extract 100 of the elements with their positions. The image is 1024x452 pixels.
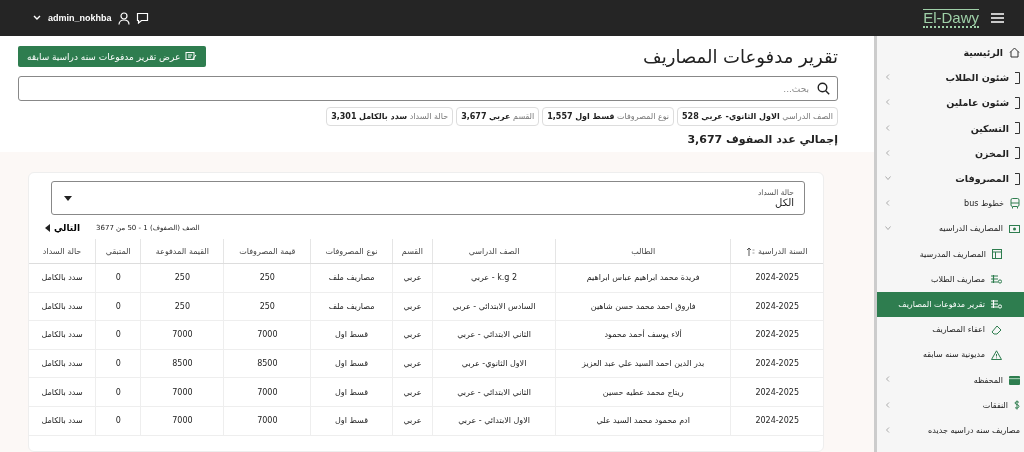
table-cell: 0 — [95, 406, 141, 436]
table-cell: 8500 — [223, 349, 311, 378]
sidebar-item[interactable]: النفقات — [877, 392, 1024, 418]
sidebar-item[interactable]: مديونية سنه سابقه — [877, 342, 1024, 368]
menu-icon[interactable] — [991, 13, 1004, 23]
previous-year-report-button[interactable]: عرض تقرير مدفوعات سنه دراسية سابقه — [18, 46, 207, 67]
table-cell: عربي — [392, 292, 433, 321]
table-cell: عربي — [392, 349, 433, 378]
table-cell: عربي — [392, 320, 433, 350]
table-cell: k.g 2 - عربي — [432, 263, 556, 293]
column-header[interactable]: قيمة المصروفات — [223, 239, 311, 264]
table-cell: قسط اول — [310, 320, 393, 350]
table-cell: فاروق احمد محمد حسن شاهين — [555, 292, 731, 321]
sidebar-item[interactable]: شئون عاملين — [877, 90, 1024, 116]
table-cell: 0 — [95, 349, 141, 378]
sort-icon[interactable] — [747, 246, 755, 256]
table-cell: قسط اول — [310, 349, 393, 378]
caret-left-icon — [45, 224, 50, 232]
chat-icon[interactable] — [135, 12, 149, 24]
table-cell: 250 — [223, 292, 311, 321]
sidebar-item[interactable]: شئون الطلاب — [877, 65, 1024, 91]
username[interactable]: admin_nokhba — [48, 13, 112, 23]
table-cell: السادس الابتدائي - عربي — [432, 292, 556, 321]
user-icon[interactable] — [117, 11, 130, 25]
table-cell: عربي — [392, 377, 433, 407]
grid-icon — [991, 274, 1002, 284]
table-cell: سدد بالكامل — [29, 406, 96, 436]
table-cell: الثاني الابتدائي - عربي — [432, 320, 556, 350]
table-cell: بدر الدين احمد السيد علي عبد العزيز — [555, 349, 731, 378]
search-field[interactable]: بحث... — [18, 76, 838, 101]
table-cell: قسط اول — [310, 377, 393, 407]
sidebar-item[interactable]: المصاريف الدراسيه — [877, 216, 1024, 242]
column-header[interactable]: الصف الدراسي — [432, 239, 556, 264]
sidebar-item[interactable]: مصاريف سنه دراسيه جديده — [877, 417, 1024, 443]
table-cell: 0 — [95, 263, 141, 293]
table-cell: مصاريف ملف — [310, 263, 393, 293]
table-cell: ادم محمود محمد السيد علي — [555, 406, 731, 436]
table-cell: 2024-2025 — [730, 349, 823, 378]
sidebar-item[interactable]: اعفاء المصاريف — [877, 317, 1024, 343]
search-icon — [817, 82, 830, 95]
column-header[interactable]: نوع المصروفات — [310, 239, 393, 264]
table-cell: عربي — [392, 406, 433, 436]
table-cell: ريتاج محمد عطيه حسين — [555, 377, 731, 407]
sidebar-item[interactable]: المصاريف المدرسية — [877, 241, 1024, 267]
sidebar-item[interactable]: المصروفات — [877, 165, 1024, 192]
table-cell: 2024-2025 — [730, 320, 823, 350]
sidebar-item[interactable]: خطوط bus — [877, 191, 1024, 217]
column-header[interactable]: الطالب — [555, 239, 731, 264]
table-cell: سدد بالكامل — [29, 349, 96, 378]
bracket-icon — [1015, 96, 1020, 109]
row-total: إجمالي عدد الصفوف 3,677 — [686, 133, 838, 146]
sidebar-item[interactable]: تقرير مدفوعات المصاريف — [877, 291, 1024, 318]
eraser-icon — [991, 324, 1002, 335]
sidebar-item[interactable]: المخزن — [877, 140, 1024, 166]
column-header[interactable]: السنة الدراسية — [730, 239, 823, 264]
column-header[interactable]: القيمة المدفوعة — [140, 239, 224, 264]
banknote-icon — [1009, 224, 1020, 233]
table-cell: 2024-2025 — [730, 263, 823, 293]
table-cell: مصاريف ملف — [310, 292, 393, 321]
dollar-icon — [1014, 400, 1020, 411]
wallet-icon — [1009, 375, 1020, 385]
table-cell: الاول الابتدائي - عربي — [432, 406, 556, 436]
logo[interactable]: El-Dawy — [923, 8, 979, 28]
table-cell: 0 — [95, 292, 141, 321]
table-cell: 7000 — [223, 320, 311, 350]
dropdown-caret-icon — [64, 195, 72, 201]
home-icon — [1009, 47, 1020, 59]
edit-icon — [185, 51, 198, 62]
table-cell: 8500 — [140, 349, 224, 378]
sidebar-item[interactable]: المحفظه — [877, 367, 1024, 393]
table-icon — [992, 249, 1002, 260]
table-cell: 0 — [95, 377, 141, 407]
table-cell: 7000 — [140, 377, 224, 407]
bracket-icon — [1015, 172, 1020, 185]
sidebar-item[interactable]: مصاريف الطلاب — [877, 266, 1024, 292]
table-cell: 7000 — [223, 377, 311, 407]
bracket-icon — [1015, 122, 1020, 135]
bus-icon — [1010, 198, 1020, 210]
table-cell: سدد بالكامل — [29, 377, 96, 407]
table-cell: الاول الثانوي- عربي — [432, 349, 556, 378]
column-header[interactable]: المتبقي — [95, 239, 141, 264]
warning-icon — [991, 349, 1002, 360]
bracket-icon — [1015, 71, 1020, 84]
sidebar-item[interactable]: الرئيسية — [877, 40, 1024, 66]
table-cell: 250 — [223, 263, 311, 293]
column-header[interactable]: القسم — [392, 239, 433, 264]
column-header[interactable]: حالة السداد — [29, 239, 96, 264]
table-cell: 7000 — [140, 320, 224, 350]
table-cell: 2024-2025 — [730, 377, 823, 407]
table-cell: 7000 — [140, 406, 224, 436]
table-cell: 2024-2025 — [730, 406, 823, 436]
page-title: تقرير مدفوعات المصاريف — [643, 46, 838, 67]
next-page-button[interactable]: التالي — [45, 223, 80, 233]
table-cell: ألاء يوسف أحمد محمود — [555, 320, 731, 350]
table-cell: الثاني الابتدائي - عربي — [432, 377, 556, 407]
table-cell: 250 — [140, 292, 224, 321]
table-cell: 7000 — [223, 406, 311, 436]
sidebar-item[interactable]: التسكين — [877, 115, 1024, 141]
table-cell: سدد بالكامل — [29, 263, 96, 293]
bracket-icon — [1015, 147, 1020, 160]
